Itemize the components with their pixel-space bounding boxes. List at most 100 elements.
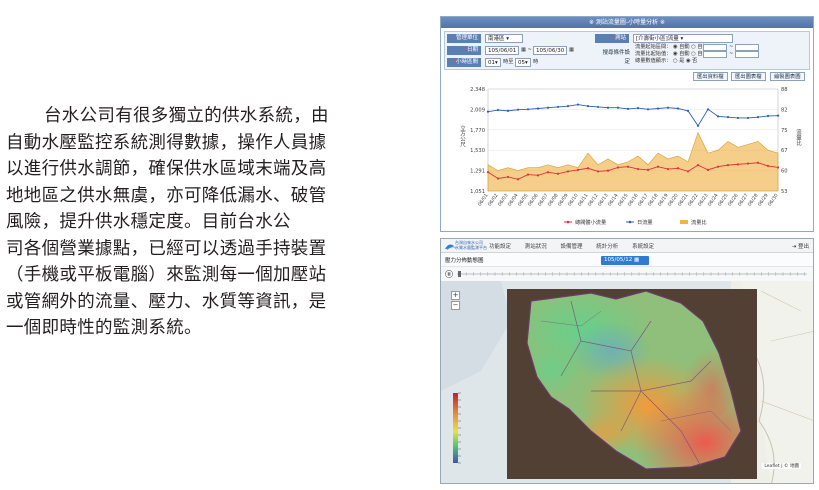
y-axis-label: 立方公尺 xyxy=(459,124,466,149)
paragraph-line: 以進行供水調節，確保供水區域末端及高 xyxy=(6,159,327,179)
data-point xyxy=(536,174,540,177)
paragraph-line: 或管網外的流量、壓力、水質等資訊，是 xyxy=(6,291,327,312)
menu-item[interactable]: 設備管理 xyxy=(561,244,583,250)
pressure-map[interactable]: + − Leaflet | © 地圖 xyxy=(441,281,813,483)
sub-header: 壓力分佈動態圖 105/05/12 ▦ xyxy=(441,253,813,267)
range-max-input[interactable] xyxy=(735,44,759,51)
data-point xyxy=(606,169,610,172)
y2-tick-label: 88 xyxy=(781,87,788,93)
data-point xyxy=(646,168,650,171)
data-point xyxy=(496,177,500,180)
data-point xyxy=(556,105,560,109)
data-point xyxy=(596,170,600,173)
map-svg xyxy=(441,281,813,483)
paragraph-line: 自動水壓監控系統測得數據，操作人員據 xyxy=(6,132,327,153)
data-point xyxy=(556,172,560,175)
date-range-sep: ▦ ~ xyxy=(521,47,532,53)
time-to-select[interactable]: 05▾ xyxy=(515,58,531,67)
data-point xyxy=(576,103,580,106)
time-unit: 時 xyxy=(533,59,539,65)
y-tick-label: 2,348 xyxy=(470,87,485,93)
data-point xyxy=(656,165,660,168)
menu-item[interactable]: 統計分析 xyxy=(596,244,618,250)
date-from-input[interactable]: 105/06/01 xyxy=(485,46,519,55)
time-slider[interactable] xyxy=(445,269,811,279)
data-point xyxy=(756,161,760,164)
slider-handle xyxy=(458,271,461,277)
data-point xyxy=(616,166,620,169)
zoom-in-button[interactable]: + xyxy=(451,291,460,300)
data-point xyxy=(636,107,640,110)
data-point xyxy=(506,175,510,179)
article-paragraph: 台水公司有很多獨立的供水系統，由 自動水壓監控系統測得數據，操作人員據 以進行供… xyxy=(6,103,410,342)
data-point xyxy=(626,165,630,168)
data-point xyxy=(536,107,540,110)
option-row[interactable]: 流量比起始值： ◉ 自動 ○ 自訂 xyxy=(635,51,708,58)
data-point xyxy=(586,167,590,170)
data-point xyxy=(636,167,640,171)
data-point xyxy=(496,108,500,112)
panel-title: ※ 測站流量圖-小時量分析 ※ xyxy=(441,17,813,28)
page-title: 壓力分佈動態圖 xyxy=(445,258,484,264)
data-point xyxy=(566,105,570,108)
export-data-button[interactable]: 匯出資料檔 xyxy=(693,72,728,81)
date-label: *日期 xyxy=(447,46,481,55)
data-point xyxy=(546,106,550,109)
legend-marker xyxy=(628,220,632,224)
y2-axis-label: 流量比 xyxy=(795,128,802,147)
region-select[interactable]: 南港區 ▾ xyxy=(485,34,523,43)
data-point xyxy=(756,116,760,119)
data-point xyxy=(486,110,490,113)
range-sep: ~ xyxy=(729,44,734,50)
date-picker[interactable]: 105/05/12 ▦ xyxy=(601,256,649,265)
data-point xyxy=(746,162,750,165)
y2-tick-label: 53 xyxy=(781,189,788,195)
data-point xyxy=(676,107,680,110)
menu-item[interactable]: 功能設定 xyxy=(489,244,511,250)
top-nav: 台灣自來水公司 水質水量監測平台 功能設定 測站狀況 設備管理 統計分析 系統設定… xyxy=(441,239,813,253)
data-point xyxy=(596,105,600,109)
paragraph-line: 司各個營業據點，已經可以透過手持裝置 xyxy=(6,238,327,259)
data-point xyxy=(716,165,720,168)
data-point xyxy=(486,171,490,174)
station-select[interactable]: [介壽街小區]流量 ▾ xyxy=(633,34,733,43)
zoom-out-button[interactable]: − xyxy=(451,301,460,310)
y-tick-label: 1,770 xyxy=(470,128,485,134)
color-legend xyxy=(453,393,458,463)
flow-chart: 2,348 2,009 1,770 1,530 1,291 1,051 88 82 75 67 60… xyxy=(444,83,812,229)
paragraph-line: 一個即時性的監測系統。 xyxy=(6,318,202,338)
data-point xyxy=(736,163,740,166)
x-tick-label: 06/30 xyxy=(767,193,780,208)
menu-item[interactable]: 系統設定 xyxy=(632,244,654,250)
y2-tick-label: 60 xyxy=(781,169,788,175)
data-point xyxy=(766,164,770,168)
ratio-max-input[interactable] xyxy=(735,51,759,58)
data-point xyxy=(776,114,780,117)
logout-button[interactable]: ⇥ 登出 xyxy=(792,242,809,250)
export-chart-button[interactable]: 匯出圖表檔 xyxy=(731,72,766,81)
legend-marker xyxy=(566,220,570,224)
query-form: 管理單位 南港區 ▾ *日期 105/06/01 ▦ ~ 105/06/30 ▦… xyxy=(444,31,810,70)
data-point xyxy=(626,107,630,110)
data-point xyxy=(656,107,660,110)
data-point xyxy=(576,168,580,171)
menu-item[interactable]: 測站狀況 xyxy=(525,244,547,250)
draw-chart-button[interactable]: 繪製圖表圖 xyxy=(770,72,805,81)
y-tick-label: 1,051 xyxy=(470,189,485,195)
legend-label: 總閥體小流量 xyxy=(575,218,606,226)
option-row[interactable]: 流量起始區間： ◉ 自動 ○ 自訂 xyxy=(635,44,708,51)
option-row[interactable]: 總量數值顯示： ○ 是 ◉ 否 xyxy=(635,58,697,65)
flow-chart-screenshot: ※ 測站流量圖-小時量分析 ※ 管理單位 南港區 ▾ *日期 105/06/01… xyxy=(440,16,814,232)
range-min-input[interactable] xyxy=(703,44,727,51)
y2-tick-label: 75 xyxy=(781,128,788,134)
map-attribution: Leaflet | © 地圖 xyxy=(762,463,801,469)
data-point xyxy=(586,105,590,108)
range-sep: ~ xyxy=(729,51,734,57)
paragraph-line: （手機或平板電腦）來監測每一個加壓站 xyxy=(6,265,327,285)
date-to-input[interactable]: 105/06/30 xyxy=(533,46,567,55)
ratio-min-input[interactable] xyxy=(703,51,727,58)
calendar-icon[interactable]: ▦ xyxy=(569,47,574,54)
region-label: 管理單位 xyxy=(447,34,481,43)
data-point xyxy=(706,168,710,171)
time-from-select[interactable]: 01▾ xyxy=(485,58,501,67)
